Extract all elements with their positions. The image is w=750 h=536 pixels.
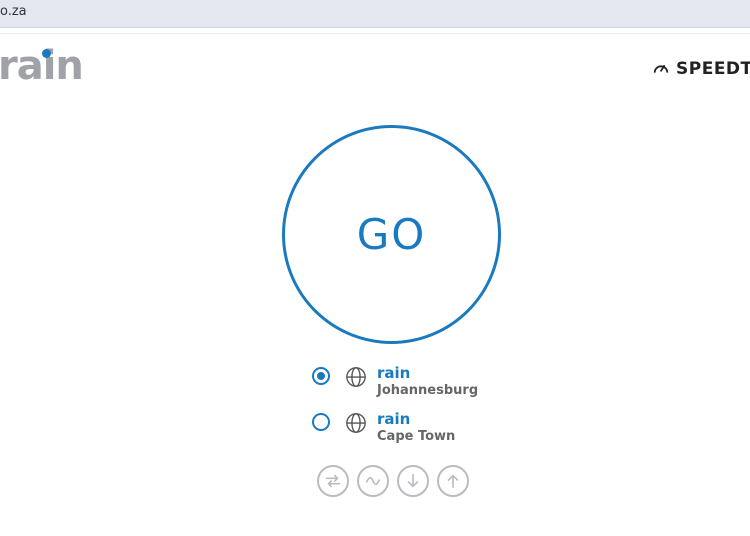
logo-dot bbox=[42, 49, 51, 58]
globe-icon bbox=[346, 413, 366, 433]
server-option-cape-town[interactable]: rain Cape Town bbox=[312, 412, 455, 443]
speedtest-link[interactable]: SPEEDT bbox=[652, 59, 750, 79]
jitter-icon bbox=[357, 465, 389, 497]
go-label: GO bbox=[356, 210, 427, 259]
go-button[interactable]: GO bbox=[282, 125, 501, 344]
url-text[interactable]: o.za bbox=[0, 4, 27, 19]
server-option-johannesburg[interactable]: rain Johannesburg bbox=[312, 366, 478, 397]
speedtest-label: SPEEDT bbox=[676, 59, 750, 79]
server-name: rain bbox=[377, 410, 411, 428]
download-icon bbox=[397, 465, 429, 497]
server-text: rain Johannesburg bbox=[377, 364, 479, 398]
upload-icon bbox=[437, 465, 469, 497]
server-name: rain bbox=[377, 364, 411, 382]
server-city: Johannesburg bbox=[377, 383, 479, 398]
browser-address-bar[interactable]: o.za bbox=[0, 0, 750, 28]
server-radio-cape-town[interactable] bbox=[312, 413, 330, 431]
globe-icon bbox=[346, 367, 366, 387]
ping-icon bbox=[317, 465, 349, 497]
server-text: rain Cape Town bbox=[377, 410, 456, 444]
test-icon-row bbox=[317, 465, 477, 497]
server-radio-johannesburg[interactable] bbox=[312, 367, 330, 385]
header-divider bbox=[0, 33, 750, 34]
speedometer-icon bbox=[653, 64, 669, 73]
server-city: Cape Town bbox=[377, 429, 456, 444]
